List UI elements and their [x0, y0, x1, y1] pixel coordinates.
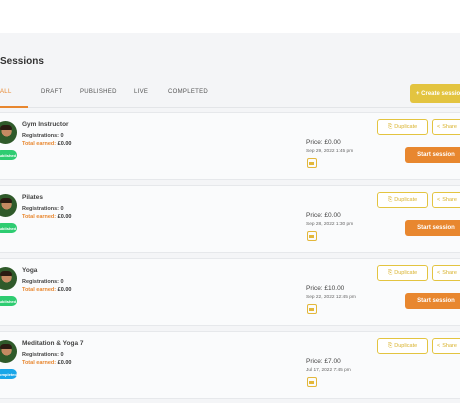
- avatar: [0, 194, 17, 217]
- registrations: Registrations: 0: [22, 133, 64, 139]
- duplicate-button[interactable]: ⎘ Duplicate: [377, 192, 428, 208]
- avatar: [0, 121, 17, 144]
- total-earned-value: £0.00: [57, 141, 72, 147]
- share-label: Share: [442, 197, 457, 203]
- total-earned-label: Total earned:: [22, 214, 57, 220]
- total-earned: Total earned: £0.00: [22, 141, 71, 147]
- session-date: Sep 29, 2022 1:45 pm: [306, 149, 354, 154]
- share-icon: <: [437, 197, 441, 203]
- registrations-label: Registrations:: [22, 279, 59, 285]
- tab-published[interactable]: PUBLISHED: [80, 89, 117, 95]
- top-bar: [0, 0, 460, 33]
- duplicate-label: Duplicate: [394, 197, 418, 203]
- avatar: [0, 267, 17, 290]
- session-name[interactable]: Pilates: [22, 194, 43, 201]
- calendar-icon[interactable]: [307, 377, 317, 387]
- registrations-count: 0: [60, 206, 64, 212]
- registrations-count: 0: [60, 352, 64, 358]
- tab-draft[interactable]: DRAFT: [41, 89, 63, 95]
- share-label: Share: [442, 270, 457, 276]
- duplicate-label: Duplicate: [394, 124, 418, 130]
- total-earned-label: Total earned:: [22, 360, 57, 366]
- start-session-button[interactable]: Start session: [405, 220, 460, 236]
- status-badge: Published: [0, 296, 17, 306]
- share-button[interactable]: < Share: [432, 192, 460, 208]
- copy-icon: ⎘: [387, 342, 393, 349]
- registrations: Registrations: 0: [22, 206, 64, 212]
- share-label: Share: [442, 343, 457, 349]
- session-price: Price: £0.00: [306, 212, 341, 219]
- session-price: Price: £10.00: [306, 285, 345, 292]
- tab-live[interactable]: LIVE: [134, 89, 148, 95]
- registrations: Registrations: 0: [22, 279, 64, 285]
- session-card: Completed Meditation & Yoga 7 Registration…: [0, 331, 460, 399]
- share-icon: <: [437, 124, 441, 130]
- share-button[interactable]: < Share: [432, 265, 460, 281]
- total-earned-value: £0.00: [57, 287, 72, 293]
- active-tab-indicator: [0, 106, 28, 108]
- tab-completed[interactable]: COMPLETED: [168, 89, 208, 95]
- status-tabs: ALL DRAFT PUBLISHED LIVE COMPLETED: [0, 86, 460, 108]
- share-icon: <: [437, 270, 441, 276]
- session-date: Sep 22, 2022 12:45 pm: [306, 295, 356, 300]
- share-button[interactable]: < Share: [432, 338, 460, 354]
- share-button[interactable]: < Share: [432, 119, 460, 135]
- duplicate-label: Duplicate: [394, 343, 418, 349]
- duplicate-button[interactable]: ⎘ Duplicate: [377, 119, 428, 135]
- share-icon: <: [437, 343, 441, 349]
- tab-all[interactable]: ALL: [0, 89, 12, 95]
- copy-icon: ⎘: [387, 123, 393, 130]
- calendar-icon[interactable]: [307, 304, 317, 314]
- status-badge: Published: [0, 150, 17, 160]
- session-card: PublishedGym InstructorRegistrations: 0T…: [0, 112, 460, 180]
- registrations-label: Registrations:: [22, 206, 59, 212]
- total-earned-label: Total earned:: [22, 287, 57, 293]
- total-earned-label: Total earned:: [22, 141, 57, 147]
- duplicate-label: Duplicate: [394, 270, 418, 276]
- session-card: PublishedYogaRegistrations: 0Total earne…: [0, 258, 460, 326]
- total-earned: Total earned: £0.00: [22, 360, 71, 366]
- calendar-icon[interactable]: [307, 158, 317, 168]
- create-session-button[interactable]: + Create session: [410, 84, 460, 103]
- status-badge: Completed: [0, 369, 17, 379]
- start-session-button[interactable]: Start session: [405, 147, 460, 163]
- session-name[interactable]: Yoga: [22, 267, 37, 274]
- session-card: PublishedPilatesRegistrations: 0Total ea…: [0, 185, 460, 253]
- total-earned-value: £0.00: [57, 360, 72, 366]
- calendar-icon[interactable]: [307, 231, 317, 241]
- registrations-count: 0: [60, 133, 64, 139]
- registrations: Registrations: 0: [22, 352, 64, 358]
- session-price: Price: £0.00: [306, 139, 341, 146]
- duplicate-button[interactable]: ⎘ Duplicate: [377, 338, 428, 354]
- start-session-button[interactable]: Start session: [405, 293, 460, 309]
- session-date: Sep 28, 2022 1:30 pm: [306, 222, 354, 227]
- total-earned: Total earned: £0.00: [22, 214, 71, 220]
- total-earned: Total earned: £0.00: [22, 287, 71, 293]
- session-name[interactable]: Gym Instructor: [22, 121, 69, 128]
- session-date: Jul 17, 2022 7:45 pm: [306, 368, 351, 373]
- duplicate-button[interactable]: ⎘ Duplicate: [377, 265, 428, 281]
- avatar: [0, 340, 17, 363]
- registrations-count: 0: [60, 279, 64, 285]
- page-title: Sessions: [0, 56, 44, 67]
- session-name[interactable]: Meditation & Yoga 7: [22, 340, 84, 347]
- copy-icon: ⎘: [387, 269, 393, 276]
- registrations-label: Registrations:: [22, 352, 59, 358]
- share-label: Share: [442, 124, 457, 130]
- total-earned-value: £0.00: [57, 214, 72, 220]
- registrations-label: Registrations:: [22, 133, 59, 139]
- session-price: Price: £7.00: [306, 358, 341, 365]
- copy-icon: ⎘: [387, 196, 393, 203]
- status-badge: Published: [0, 223, 17, 233]
